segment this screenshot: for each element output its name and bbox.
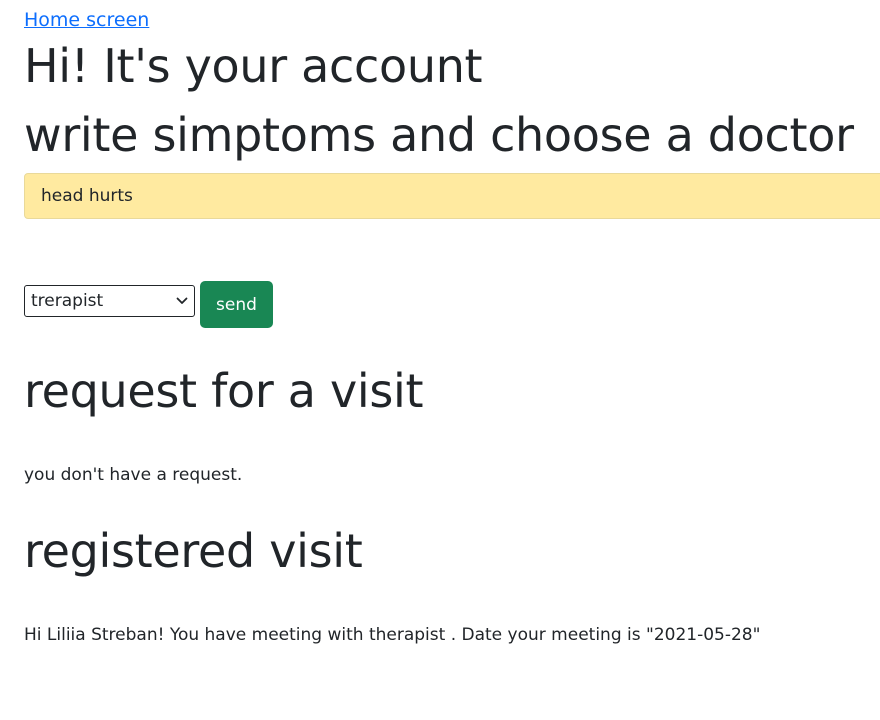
- symptoms-input[interactable]: [24, 173, 880, 219]
- chevron-down-icon: [176, 297, 188, 304]
- request-message: you don't have a request.: [24, 465, 243, 485]
- request-heading: request for a visit: [24, 364, 424, 418]
- page-subtitle: write simptoms and choose a doctor: [24, 108, 854, 162]
- registered-heading: registered visit: [24, 524, 363, 578]
- page-title: Hi! It's your account: [24, 39, 483, 93]
- registered-message: Hi Liliia Streban! You have meeting with…: [24, 625, 761, 645]
- doctor-select-value: trerapist: [31, 291, 104, 311]
- home-screen-link[interactable]: Home screen: [24, 8, 149, 32]
- send-button[interactable]: send: [200, 281, 273, 328]
- doctor-select[interactable]: trerapist: [24, 285, 195, 317]
